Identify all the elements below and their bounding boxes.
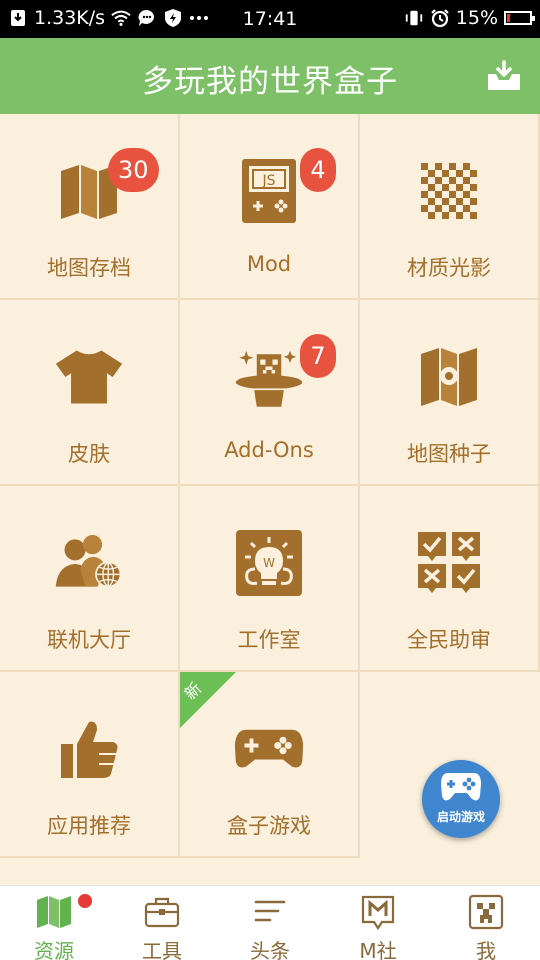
multiplayer-globe-icon xyxy=(54,528,124,598)
grid-item-map-archive[interactable]: 30 地图存档 xyxy=(0,114,180,300)
map-icon xyxy=(36,894,72,930)
grid-item-app-recommend[interactable]: 应用推荐 xyxy=(0,672,180,858)
svg-text:W: W xyxy=(263,556,275,570)
battery-percent: 15% xyxy=(455,7,498,29)
grid-item-crowd-review[interactable]: 全民助审 xyxy=(360,486,540,672)
notification-dot xyxy=(78,894,92,908)
nav-label: 资源 xyxy=(34,939,74,960)
gamepad-icon xyxy=(234,714,304,784)
checker-texture-icon xyxy=(414,156,484,226)
grid-item-studio[interactable]: W 工作室 xyxy=(180,486,360,672)
badge-count: 7 xyxy=(300,334,336,378)
grid-item-label: 材质光影 xyxy=(407,256,491,280)
grid-item-box-games[interactable]: 新 盒子游戏 xyxy=(180,672,360,858)
page-title: 多玩我的世界盒子 xyxy=(142,64,398,100)
battery-icon xyxy=(504,11,535,25)
app-header: 多玩我的世界盒子 xyxy=(0,38,540,114)
nav-label: 工具 xyxy=(142,939,182,960)
vibrate-icon xyxy=(404,8,424,28)
grid-item-addons[interactable]: 7 Add-Ons xyxy=(180,300,360,486)
new-ribbon: 新 xyxy=(180,672,236,728)
grid-item-label: Mod xyxy=(246,252,292,276)
svg-text:JS: JS xyxy=(261,173,275,189)
grid-item-label: 皮肤 xyxy=(68,442,110,466)
download-tray-icon[interactable] xyxy=(486,60,522,92)
headlines-icon xyxy=(252,894,288,930)
launch-game-button[interactable]: 启动游戏 xyxy=(422,760,500,838)
js-gameboy-icon: JS xyxy=(234,156,304,226)
grid-item-label: 盒子游戏 xyxy=(227,814,311,838)
m-community-icon xyxy=(360,894,396,930)
grid-item-label: 地图存档 xyxy=(47,256,131,280)
nav-item-m-community[interactable]: M社 xyxy=(324,886,432,960)
grid-item-label: 全民助审 xyxy=(407,628,491,652)
grid-item-mod[interactable]: JS 4 Mod xyxy=(180,114,360,300)
shirt-icon xyxy=(54,342,124,412)
grid-item-label: 应用推荐 xyxy=(47,814,131,838)
grid-item-label: 地图种子 xyxy=(407,442,491,466)
nav-item-me[interactable]: 我 xyxy=(432,886,540,960)
nav-label: 头条 xyxy=(250,939,290,960)
toolbox-icon xyxy=(144,894,180,930)
creeper-face-icon xyxy=(468,894,504,930)
nav-item-resources[interactable]: 资源 xyxy=(0,886,108,960)
badge-count: 30 xyxy=(108,148,159,192)
grid-item-multiplayer-lobby[interactable]: 联机大厅 xyxy=(0,486,180,672)
grid-item-label: 工作室 xyxy=(237,628,301,652)
bottom-nav: 资源 工具 头条 M社 我 xyxy=(0,885,540,960)
alarm-icon xyxy=(430,8,450,28)
nav-item-headlines[interactable]: 头条 xyxy=(216,886,324,960)
gamepad-icon xyxy=(440,770,482,804)
battery-fill xyxy=(507,14,510,22)
launch-game-label: 启动游戏 xyxy=(436,810,485,824)
nav-label: 我 xyxy=(476,939,496,960)
grid-item-texture-shader[interactable]: 材质光影 xyxy=(360,114,540,300)
grid-item-label: Add-Ons xyxy=(224,438,314,462)
grid-item-skin[interactable]: 皮肤 xyxy=(0,300,180,486)
thumbs-up-icon xyxy=(54,714,124,784)
status-right: 15% xyxy=(404,7,535,29)
nav-label: M社 xyxy=(359,939,397,960)
review-checks-icon xyxy=(414,528,484,598)
nav-item-tools[interactable]: 工具 xyxy=(108,886,216,960)
status-bar: 1.33K/s 17:41 15% xyxy=(0,0,540,38)
map-seed-icon xyxy=(414,342,484,412)
studio-bulb-icon: W xyxy=(234,528,304,598)
badge-count: 4 xyxy=(300,148,336,192)
grid-item-map-seed[interactable]: 地图种子 xyxy=(360,300,540,486)
magic-hat-icon xyxy=(234,342,304,412)
grid-item-label: 联机大厅 xyxy=(47,628,131,652)
